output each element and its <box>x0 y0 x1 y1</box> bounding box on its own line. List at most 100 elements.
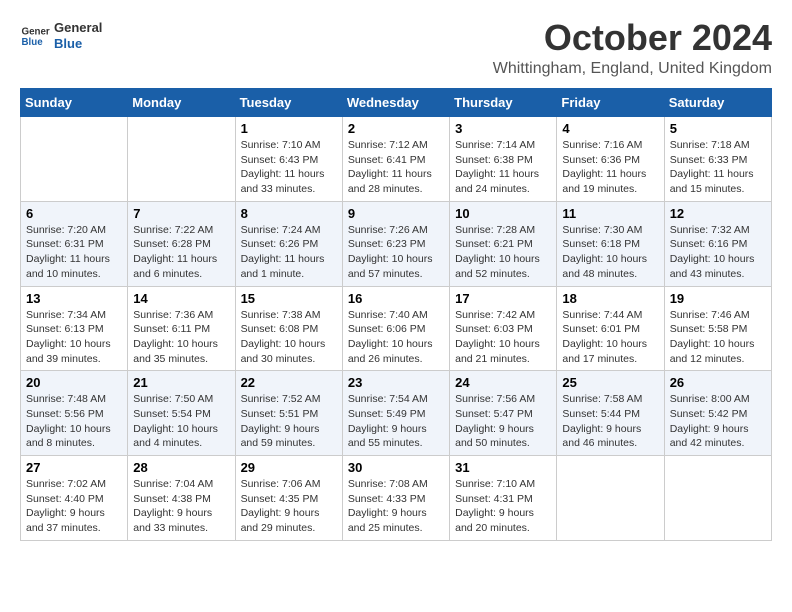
day-info: Sunrise: 7:20 AM Sunset: 6:31 PM Dayligh… <box>26 223 122 282</box>
calendar-cell: 4 Sunrise: 7:16 AM Sunset: 6:36 PM Daylig… <box>557 117 664 202</box>
day-info: Sunrise: 7:08 AM Sunset: 4:33 PM Dayligh… <box>348 477 444 536</box>
calendar-week-row: 1 Sunrise: 7:10 AM Sunset: 6:43 PM Daylig… <box>21 117 772 202</box>
calendar-week-row: 27Sunrise: 7:02 AM Sunset: 4:40 PM Dayli… <box>21 456 772 541</box>
title-area: October 2024 Whittingham, England, Unite… <box>493 20 772 78</box>
day-info: Sunrise: 7:50 AM Sunset: 5:54 PM Dayligh… <box>133 392 229 451</box>
day-info: Sunrise: 7:02 AM Sunset: 4:40 PM Dayligh… <box>26 477 122 536</box>
day-number: 24 <box>455 375 551 390</box>
day-number: 22 <box>241 375 337 390</box>
day-number: 17 <box>455 291 551 306</box>
calendar-cell <box>664 456 771 541</box>
calendar-cell: 17 Sunrise: 7:42 AM Sunset: 6:03 PM Dayli… <box>450 286 557 371</box>
calendar-cell: 12Sunrise: 7:32 AM Sunset: 6:16 PM Dayli… <box>664 201 771 286</box>
logo-blue: Blue <box>54 36 102 52</box>
day-number: 28 <box>133 460 229 475</box>
calendar-cell: 28 Sunrise: 7:04 AM Sunset: 4:38 PM Dayli… <box>128 456 235 541</box>
day-number: 14 <box>133 291 229 306</box>
calendar-cell: 13Sunrise: 7:34 AM Sunset: 6:13 PM Dayli… <box>21 286 128 371</box>
day-number: 30 <box>348 460 444 475</box>
calendar-cell: 18Sunrise: 7:44 AM Sunset: 6:01 PM Dayli… <box>557 286 664 371</box>
day-info: Sunrise: 7:36 AM Sunset: 6:11 PM Dayligh… <box>133 308 229 367</box>
day-number: 1 <box>241 121 337 136</box>
day-info: Sunrise: 7:10 AM Sunset: 6:43 PM Dayligh… <box>241 138 337 197</box>
day-info: Sunrise: 7:30 AM Sunset: 6:18 PM Dayligh… <box>562 223 658 282</box>
day-info: Sunrise: 7:52 AM Sunset: 5:51 PM Dayligh… <box>241 392 337 451</box>
svg-text:General: General <box>22 26 51 37</box>
calendar-cell: 7 Sunrise: 7:22 AM Sunset: 6:28 PM Daylig… <box>128 201 235 286</box>
day-info: Sunrise: 7:22 AM Sunset: 6:28 PM Dayligh… <box>133 223 229 282</box>
calendar-header-row: SundayMondayTuesdayWednesdayThursdayFrid… <box>21 89 772 117</box>
day-number: 11 <box>562 206 658 221</box>
calendar-cell: 5 Sunrise: 7:18 AM Sunset: 6:33 PM Daylig… <box>664 117 771 202</box>
day-number: 26 <box>670 375 766 390</box>
day-number: 9 <box>348 206 444 221</box>
logo-general: General <box>54 20 102 36</box>
weekday-header: Thursday <box>450 89 557 117</box>
calendar-cell: 15 Sunrise: 7:38 AM Sunset: 6:08 PM Dayli… <box>235 286 342 371</box>
calendar-cell: 30 Sunrise: 7:08 AM Sunset: 4:33 PM Dayli… <box>342 456 449 541</box>
day-info: Sunrise: 7:56 AM Sunset: 5:47 PM Dayligh… <box>455 392 551 451</box>
logo-icon: General Blue <box>20 21 50 51</box>
day-number: 3 <box>455 121 551 136</box>
day-info: Sunrise: 7:26 AM Sunset: 6:23 PM Dayligh… <box>348 223 444 282</box>
day-number: 12 <box>670 206 766 221</box>
weekday-header: Monday <box>128 89 235 117</box>
calendar-week-row: 20Sunrise: 7:48 AM Sunset: 5:56 PM Dayli… <box>21 371 772 456</box>
day-number: 16 <box>348 291 444 306</box>
calendar-cell <box>128 117 235 202</box>
calendar-table: SundayMondayTuesdayWednesdayThursdayFrid… <box>20 88 772 541</box>
calendar-cell: 8Sunrise: 7:24 AM Sunset: 6:26 PM Daylig… <box>235 201 342 286</box>
day-number: 23 <box>348 375 444 390</box>
day-info: Sunrise: 8:00 AM Sunset: 5:42 PM Dayligh… <box>670 392 766 451</box>
day-info: Sunrise: 7:28 AM Sunset: 6:21 PM Dayligh… <box>455 223 551 282</box>
calendar-cell: 26 Sunrise: 8:00 AM Sunset: 5:42 PM Dayli… <box>664 371 771 456</box>
day-info: Sunrise: 7:16 AM Sunset: 6:36 PM Dayligh… <box>562 138 658 197</box>
calendar-cell: 20Sunrise: 7:48 AM Sunset: 5:56 PM Dayli… <box>21 371 128 456</box>
calendar-cell: 10Sunrise: 7:28 AM Sunset: 6:21 PM Dayli… <box>450 201 557 286</box>
weekday-header: Tuesday <box>235 89 342 117</box>
calendar-cell: 27Sunrise: 7:02 AM Sunset: 4:40 PM Dayli… <box>21 456 128 541</box>
calendar-cell: 6 Sunrise: 7:20 AM Sunset: 6:31 PM Daylig… <box>21 201 128 286</box>
weekday-header: Sunday <box>21 89 128 117</box>
day-number: 5 <box>670 121 766 136</box>
day-info: Sunrise: 7:18 AM Sunset: 6:33 PM Dayligh… <box>670 138 766 197</box>
day-info: Sunrise: 7:38 AM Sunset: 6:08 PM Dayligh… <box>241 308 337 367</box>
day-number: 15 <box>241 291 337 306</box>
day-info: Sunrise: 7:04 AM Sunset: 4:38 PM Dayligh… <box>133 477 229 536</box>
weekday-header: Wednesday <box>342 89 449 117</box>
calendar-cell: 1 Sunrise: 7:10 AM Sunset: 6:43 PM Daylig… <box>235 117 342 202</box>
day-number: 29 <box>241 460 337 475</box>
day-info: Sunrise: 7:14 AM Sunset: 6:38 PM Dayligh… <box>455 138 551 197</box>
calendar-cell: 14 Sunrise: 7:36 AM Sunset: 6:11 PM Dayli… <box>128 286 235 371</box>
weekday-header: Saturday <box>664 89 771 117</box>
page-header: General Blue General Blue October 2024 W… <box>20 20 772 78</box>
svg-text:Blue: Blue <box>22 37 44 48</box>
day-number: 4 <box>562 121 658 136</box>
day-number: 20 <box>26 375 122 390</box>
day-info: Sunrise: 7:42 AM Sunset: 6:03 PM Dayligh… <box>455 308 551 367</box>
calendar-cell: 31Sunrise: 7:10 AM Sunset: 4:31 PM Dayli… <box>450 456 557 541</box>
day-info: Sunrise: 7:58 AM Sunset: 5:44 PM Dayligh… <box>562 392 658 451</box>
calendar-cell: 22 Sunrise: 7:52 AM Sunset: 5:51 PM Dayli… <box>235 371 342 456</box>
day-number: 13 <box>26 291 122 306</box>
day-info: Sunrise: 7:46 AM Sunset: 5:58 PM Dayligh… <box>670 308 766 367</box>
calendar-week-row: 13Sunrise: 7:34 AM Sunset: 6:13 PM Dayli… <box>21 286 772 371</box>
calendar-cell: 3 Sunrise: 7:14 AM Sunset: 6:38 PM Daylig… <box>450 117 557 202</box>
calendar-week-row: 6 Sunrise: 7:20 AM Sunset: 6:31 PM Daylig… <box>21 201 772 286</box>
calendar-cell: 23 Sunrise: 7:54 AM Sunset: 5:49 PM Dayli… <box>342 371 449 456</box>
calendar-cell: 16 Sunrise: 7:40 AM Sunset: 6:06 PM Dayli… <box>342 286 449 371</box>
day-info: Sunrise: 7:44 AM Sunset: 6:01 PM Dayligh… <box>562 308 658 367</box>
calendar-cell: 21Sunrise: 7:50 AM Sunset: 5:54 PM Dayli… <box>128 371 235 456</box>
calendar-cell: 9 Sunrise: 7:26 AM Sunset: 6:23 PM Daylig… <box>342 201 449 286</box>
day-number: 7 <box>133 206 229 221</box>
day-number: 25 <box>562 375 658 390</box>
calendar-cell: 25 Sunrise: 7:58 AM Sunset: 5:44 PM Dayli… <box>557 371 664 456</box>
calendar-cell <box>557 456 664 541</box>
day-number: 2 <box>348 121 444 136</box>
calendar-cell: 19Sunrise: 7:46 AM Sunset: 5:58 PM Dayli… <box>664 286 771 371</box>
day-info: Sunrise: 7:54 AM Sunset: 5:49 PM Dayligh… <box>348 392 444 451</box>
day-number: 6 <box>26 206 122 221</box>
day-number: 8 <box>241 206 337 221</box>
day-info: Sunrise: 7:40 AM Sunset: 6:06 PM Dayligh… <box>348 308 444 367</box>
calendar-body: 1 Sunrise: 7:10 AM Sunset: 6:43 PM Daylig… <box>21 117 772 541</box>
